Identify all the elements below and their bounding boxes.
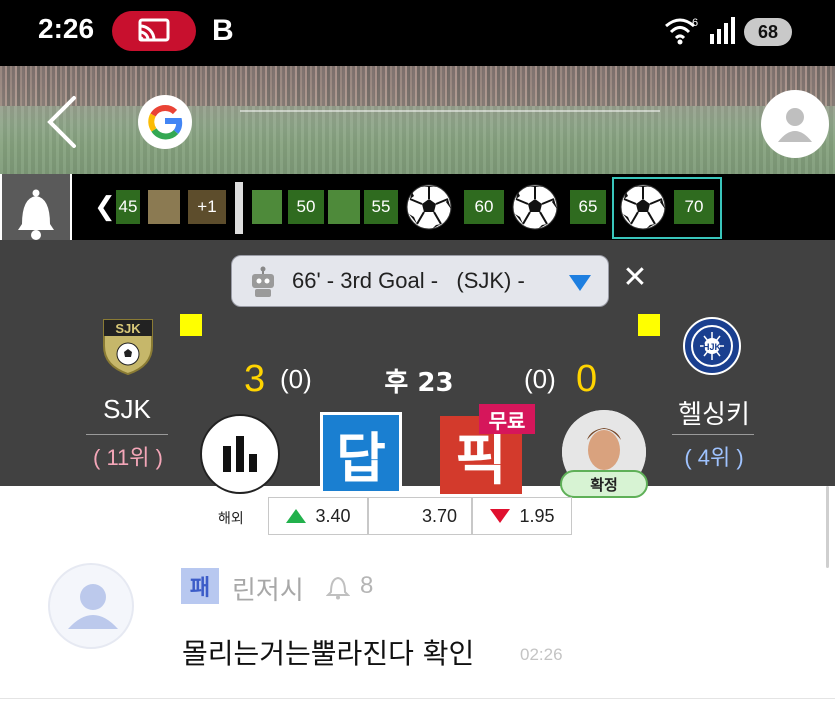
- app-header: [0, 66, 835, 174]
- match-timeline[interactable]: ❮ 45 +1 50 55 60 65 70: [72, 174, 835, 240]
- odds-away-value: 1.95: [519, 505, 555, 526]
- goal-event-text: 66' - 3rd Goal - (SJK) -: [292, 268, 525, 293]
- away-half-score: (0): [524, 364, 556, 394]
- bar-chart-icon: [223, 436, 257, 472]
- battery-indicator: 68: [744, 18, 792, 46]
- wifi-icon: 6: [664, 16, 700, 50]
- comment-text: 몰리는거는뿔라진다 확인: [182, 637, 475, 670]
- commenter-avatar[interactable]: [48, 563, 134, 649]
- odds-label: 해외: [218, 511, 244, 527]
- svg-text:SJK: SJK: [115, 321, 141, 336]
- timeline-event-marker: [328, 190, 360, 224]
- home-team-rank: ( 11위 ): [93, 445, 163, 470]
- comment-username[interactable]: 린저시: [232, 570, 304, 607]
- away-team-rank: ( 4위 ): [684, 445, 744, 470]
- arrow-up-icon: [286, 509, 307, 523]
- sjk-team-logo: SJK: [103, 319, 153, 376]
- timeline-minute: 55: [364, 190, 398, 224]
- soccer-ball-icon: [512, 184, 558, 230]
- timeline-scroll-left[interactable]: ❮: [94, 192, 116, 222]
- pitch-marking: [240, 110, 660, 112]
- yellow-card-icon: [638, 314, 660, 336]
- scrollbar[interactable]: [826, 486, 829, 568]
- arrow-down-icon: [490, 509, 511, 523]
- dropdown-triangle-icon: [569, 275, 591, 291]
- free-badge: 무료: [479, 404, 535, 434]
- google-g-icon[interactable]: [138, 95, 192, 149]
- timeline-event-marker: [148, 190, 180, 224]
- b-app-icon: B: [212, 14, 234, 47]
- hjk-team-logo: HJK: [683, 317, 741, 375]
- home-half-score: (0): [280, 364, 312, 394]
- timeline-minute: 60: [464, 190, 504, 224]
- divider: [672, 434, 754, 435]
- timeline-event-marker: [252, 190, 282, 224]
- close-icon[interactable]: ✕: [620, 260, 650, 295]
- timeline-minute: 50: [288, 190, 324, 224]
- soccer-ball-icon: [620, 184, 666, 230]
- match-panel: 66' - 3rd Goal - (SJK) - ✕ SJK SJK ( 11위…: [0, 240, 835, 498]
- user-icon[interactable]: [761, 90, 829, 158]
- comment-like-count: 8: [360, 572, 374, 599]
- away-score: 0: [576, 358, 598, 400]
- soccer-ball-icon: [406, 184, 452, 230]
- match-time: 후 23: [384, 368, 454, 398]
- status-time: 2:26: [38, 13, 95, 44]
- screen-cast-icon[interactable]: [112, 11, 196, 51]
- confirmed-badge: 확정: [560, 470, 648, 498]
- signal-icon: [708, 16, 738, 50]
- divider: [0, 698, 835, 699]
- comment-time: 02:26: [520, 645, 563, 664]
- stats-chart-button[interactable]: [200, 414, 280, 494]
- svg-text:HJK: HJK: [703, 342, 722, 352]
- timeline-halftime-divider: [235, 182, 243, 234]
- goal-event-dropdown[interactable]: 66' - 3rd Goal - (SJK) -: [231, 255, 609, 307]
- timeline-extra-time: +1: [188, 190, 226, 224]
- odds-home-value: 3.40: [315, 505, 351, 526]
- like-bell-icon[interactable]: [326, 574, 350, 600]
- chevron-left-icon[interactable]: [40, 94, 88, 150]
- home-score: 3: [244, 358, 266, 400]
- stadium-crowd-image: [0, 66, 835, 106]
- home-team-name: SJK: [103, 394, 151, 424]
- robot-icon: [252, 266, 274, 297]
- away-team-name: 헬싱키: [678, 399, 750, 429]
- timeline-minute: 45: [116, 190, 140, 224]
- timeline-minute: 65: [570, 190, 606, 224]
- odds-draw[interactable]: 3.70: [368, 497, 472, 535]
- odds-away[interactable]: 1.95: [472, 497, 572, 535]
- answer-button[interactable]: 답: [320, 412, 402, 494]
- svg-text:6: 6: [692, 17, 698, 29]
- user-level-badge: 패: [181, 568, 219, 604]
- yellow-card-icon: [180, 314, 202, 336]
- status-bar: 2:26 B 6 68: [0, 0, 835, 66]
- divider: [86, 434, 168, 435]
- timeline-minute: 70: [674, 190, 714, 224]
- odds-home[interactable]: 3.40: [268, 497, 368, 535]
- odds-draw-value: 3.70: [421, 505, 457, 526]
